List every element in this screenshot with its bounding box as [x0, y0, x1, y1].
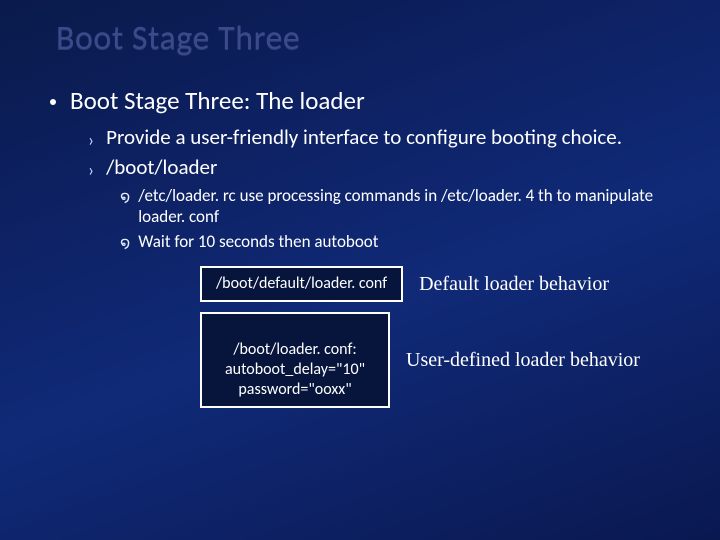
bullet-level3: ໑ Wait for 10 seconds then autoboot — [120, 231, 670, 252]
angle-icon: › — [88, 161, 94, 179]
config-caption: User-defined loader behavior — [406, 349, 640, 372]
config-box-text: /boot/loader. conf: autoboot_delay="10" … — [225, 340, 365, 399]
bullet-level2: › Provide a user-friendly interface to c… — [88, 124, 670, 150]
config-box-text: /boot/default/loader. conf — [216, 274, 387, 293]
bullet-level3: ໑ /etc/loader. rc use processing command… — [120, 185, 670, 228]
slide-title: Boot Stage Three — [56, 18, 670, 59]
level2-text: Provide a user-friendly interface to con… — [106, 124, 622, 150]
slide: Boot Stage Three Boot Stage Three: The l… — [0, 0, 720, 438]
config-box-default: /boot/default/loader. conf — [200, 266, 403, 302]
config-box-user: /boot/loader. conf: autoboot_delay="10" … — [200, 312, 390, 408]
bullet-level1: Boot Stage Three: The loader — [50, 85, 670, 116]
level1-text: Boot Stage Three: The loader — [70, 85, 365, 116]
swirl-icon: ໑ — [120, 233, 130, 253]
level3-text: /etc/loader. rc use processing commands … — [138, 185, 670, 228]
level2-text: /boot/loader — [106, 154, 217, 180]
swirl-icon: ໑ — [120, 187, 130, 207]
config-row: /boot/default/loader. conf Default loade… — [200, 266, 670, 302]
dot-icon — [50, 99, 56, 105]
bullet-level2: › /boot/loader — [88, 154, 670, 180]
config-boxes: /boot/default/loader. conf Default loade… — [200, 266, 670, 408]
config-row: /boot/loader. conf: autoboot_delay="10" … — [200, 312, 670, 408]
config-caption: Default loader behavior — [419, 273, 609, 296]
angle-icon: › — [88, 131, 94, 149]
level3-text: Wait for 10 seconds then autoboot — [138, 231, 378, 252]
